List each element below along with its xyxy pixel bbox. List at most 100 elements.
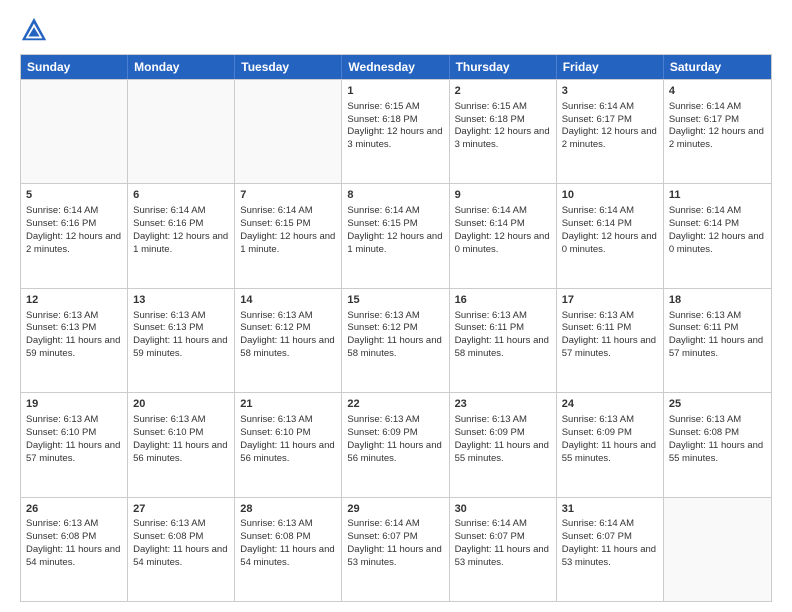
day-number: 3 xyxy=(562,84,658,99)
calendar-header-day: Tuesday xyxy=(235,55,342,79)
day-info: Daylight: 12 hours and 0 minutes. xyxy=(669,231,766,257)
day-info: Daylight: 11 hours and 56 minutes. xyxy=(240,440,336,466)
day-number: 27 xyxy=(133,502,229,517)
calendar-header-day: Friday xyxy=(557,55,664,79)
day-info: Daylight: 11 hours and 55 minutes. xyxy=(455,440,551,466)
day-info: Sunrise: 6:14 AM xyxy=(562,518,658,531)
calendar: SundayMondayTuesdayWednesdayThursdayFrid… xyxy=(20,54,772,602)
day-info: Sunrise: 6:13 AM xyxy=(455,414,551,427)
day-info: Sunset: 6:08 PM xyxy=(133,531,229,544)
day-info: Sunset: 6:13 PM xyxy=(133,322,229,335)
page: SundayMondayTuesdayWednesdayThursdayFrid… xyxy=(0,0,792,612)
day-info: Sunrise: 6:13 AM xyxy=(26,414,122,427)
calendar-cell: 22 Sunrise: 6:13 AMSunset: 6:09 PMDayligh… xyxy=(342,393,449,496)
day-info: Daylight: 11 hours and 56 minutes. xyxy=(347,440,443,466)
day-info: Sunrise: 6:13 AM xyxy=(240,518,336,531)
day-number: 10 xyxy=(562,188,658,203)
day-info: Sunset: 6:17 PM xyxy=(669,114,766,127)
day-number: 31 xyxy=(562,502,658,517)
day-info: Daylight: 11 hours and 55 minutes. xyxy=(562,440,658,466)
day-info: Sunrise: 6:13 AM xyxy=(347,414,443,427)
calendar-cell xyxy=(21,80,128,183)
calendar-header-day: Monday xyxy=(128,55,235,79)
day-info: Daylight: 11 hours and 57 minutes. xyxy=(562,335,658,361)
day-number: 29 xyxy=(347,502,443,517)
calendar-cell xyxy=(664,498,771,601)
day-number: 25 xyxy=(669,397,766,412)
day-info: Sunrise: 6:13 AM xyxy=(562,414,658,427)
calendar-cell: 18Sunrise: 6:13 AMSunset: 6:11 PMDayligh… xyxy=(664,289,771,392)
calendar-cell: 5Sunrise: 6:14 AMSunset: 6:16 PMDaylight… xyxy=(21,184,128,287)
day-info: Sunrise: 6:14 AM xyxy=(562,205,658,218)
day-info: Sunset: 6:07 PM xyxy=(455,531,551,544)
day-info: Sunrise: 6:14 AM xyxy=(26,205,122,218)
calendar-week-5: 26Sunrise: 6:13 AMSunset: 6:08 PMDayligh… xyxy=(21,497,771,601)
calendar-cell: 27Sunrise: 6:13 AMSunset: 6:08 PMDayligh… xyxy=(128,498,235,601)
day-info: Sunrise: 6:14 AM xyxy=(347,518,443,531)
day-info: Daylight: 11 hours and 58 minutes. xyxy=(347,335,443,361)
day-number: 26 xyxy=(26,502,122,517)
calendar-week-4: 19Sunrise: 6:13 AMSunset: 6:10 PMDayligh… xyxy=(21,392,771,496)
day-info: Sunset: 6:07 PM xyxy=(347,531,443,544)
day-info: Sunrise: 6:13 AM xyxy=(347,310,443,323)
day-info: Sunset: 6:10 PM xyxy=(133,427,229,440)
calendar-header-day: Thursday xyxy=(450,55,557,79)
day-info: Sunset: 6:16 PM xyxy=(133,218,229,231)
day-info: Sunset: 6:07 PM xyxy=(562,531,658,544)
calendar-cell: 19Sunrise: 6:13 AMSunset: 6:10 PMDayligh… xyxy=(21,393,128,496)
day-number: 4 xyxy=(669,84,766,99)
calendar-cell: 12Sunrise: 6:13 AMSunset: 6:13 PMDayligh… xyxy=(21,289,128,392)
day-number: 18 xyxy=(669,293,766,308)
day-info: Daylight: 11 hours and 54 minutes. xyxy=(133,544,229,570)
day-number: 6 xyxy=(133,188,229,203)
calendar-cell: 10 Sunrise: 6:14 AMSunset: 6:14 PMDayligh… xyxy=(557,184,664,287)
day-info: Sunset: 6:18 PM xyxy=(347,114,443,127)
day-number: 12 xyxy=(26,293,122,308)
day-info: Daylight: 12 hours and 2 minutes. xyxy=(26,231,122,257)
day-info: Sunset: 6:14 PM xyxy=(562,218,658,231)
calendar-cell: 9Sunrise: 6:14 AMSunset: 6:14 PMDaylight… xyxy=(450,184,557,287)
day-number: 21 xyxy=(240,397,336,412)
day-info: Sunrise: 6:13 AM xyxy=(562,310,658,323)
calendar-cell: 25Sunrise: 6:13 AMSunset: 6:08 PMDayligh… xyxy=(664,393,771,496)
calendar-cell: 3Sunrise: 6:14 AMSunset: 6:17 PMDaylight… xyxy=(557,80,664,183)
day-info: Sunset: 6:09 PM xyxy=(347,427,443,440)
day-info: Sunset: 6:11 PM xyxy=(669,322,766,335)
day-info: Sunrise: 6:14 AM xyxy=(133,205,229,218)
day-info: Daylight: 12 hours and 0 minutes. xyxy=(562,231,658,257)
day-info: Daylight: 11 hours and 53 minutes. xyxy=(347,544,443,570)
day-info: Sunrise: 6:13 AM xyxy=(240,414,336,427)
day-info: Sunrise: 6:14 AM xyxy=(455,205,551,218)
day-info: Daylight: 12 hours and 1 minute. xyxy=(133,231,229,257)
day-info: Sunrise: 6:14 AM xyxy=(347,205,443,218)
day-info: Sunset: 6:08 PM xyxy=(26,531,122,544)
day-info: Daylight: 12 hours and 1 minute. xyxy=(240,231,336,257)
day-info: Daylight: 11 hours and 57 minutes. xyxy=(669,335,766,361)
calendar-body: 1Sunrise: 6:15 AMSunset: 6:18 PMDaylight… xyxy=(21,79,771,601)
day-info: Sunrise: 6:13 AM xyxy=(133,414,229,427)
calendar-cell: 15Sunrise: 6:13 AMSunset: 6:12 PMDayligh… xyxy=(342,289,449,392)
day-info: Sunset: 6:11 PM xyxy=(562,322,658,335)
calendar-cell: 29Sunrise: 6:14 AMSunset: 6:07 PMDayligh… xyxy=(342,498,449,601)
day-info: Daylight: 12 hours and 1 minute. xyxy=(347,231,443,257)
day-number: 2 xyxy=(455,84,551,99)
calendar-cell: 26Sunrise: 6:13 AMSunset: 6:08 PMDayligh… xyxy=(21,498,128,601)
calendar-cell: 6 Sunrise: 6:14 AMSunset: 6:16 PMDaylight… xyxy=(128,184,235,287)
day-number: 7 xyxy=(240,188,336,203)
day-info: Sunrise: 6:14 AM xyxy=(669,101,766,114)
day-info: Daylight: 11 hours and 57 minutes. xyxy=(26,440,122,466)
day-info: Daylight: 12 hours and 2 minutes. xyxy=(669,126,766,152)
day-info: Sunset: 6:14 PM xyxy=(455,218,551,231)
day-info: Sunset: 6:09 PM xyxy=(455,427,551,440)
calendar-cell: 28Sunrise: 6:13 AMSunset: 6:08 PMDayligh… xyxy=(235,498,342,601)
day-number: 8 xyxy=(347,188,443,203)
calendar-cell: 17Sunrise: 6:13 AMSunset: 6:11 PMDayligh… xyxy=(557,289,664,392)
day-info: Daylight: 12 hours and 0 minutes. xyxy=(455,231,551,257)
day-number: 22 xyxy=(347,397,443,412)
day-info: Sunset: 6:16 PM xyxy=(26,218,122,231)
calendar-header-day: Wednesday xyxy=(342,55,449,79)
calendar-header: SundayMondayTuesdayWednesdayThursdayFrid… xyxy=(21,55,771,79)
calendar-cell xyxy=(235,80,342,183)
day-info: Sunset: 6:11 PM xyxy=(455,322,551,335)
calendar-cell: 4 Sunrise: 6:14 AMSunset: 6:17 PMDaylight… xyxy=(664,80,771,183)
